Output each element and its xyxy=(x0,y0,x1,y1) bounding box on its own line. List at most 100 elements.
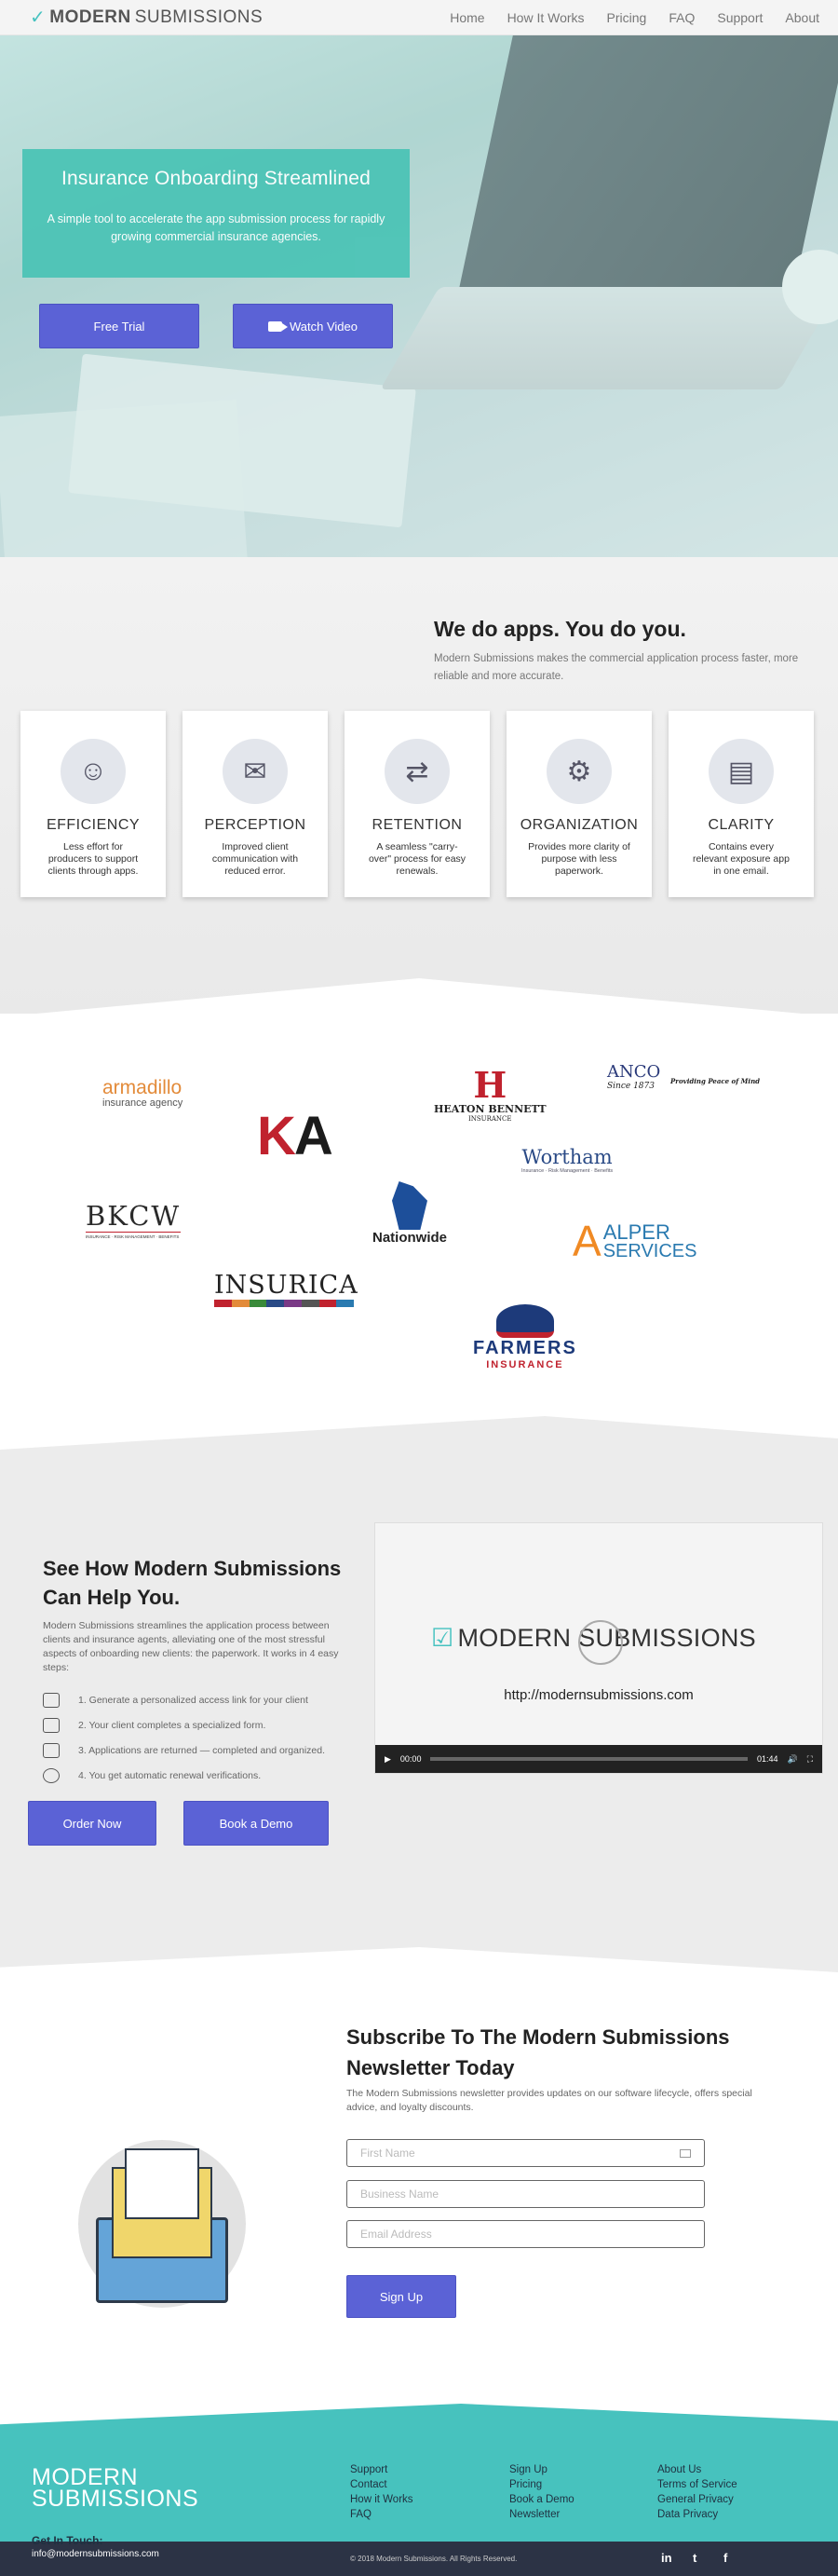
footer-link-sign-up[interactable]: Sign Up xyxy=(509,2462,574,2477)
copyright: © 2018 Modern Submissions. All Rights Re… xyxy=(350,2555,518,2563)
footer-link-book-demo[interactable]: Book a Demo xyxy=(509,2492,574,2507)
apps-subtitle: Modern Submissions makes the commercial … xyxy=(434,653,799,682)
play-overlay-icon[interactable] xyxy=(578,1620,623,1665)
nav-about[interactable]: About xyxy=(785,10,819,25)
facebook-icon[interactable]: f xyxy=(723,2551,727,2565)
how-it-helps-section: See How Modern Submissions Can Help You.… xyxy=(0,1416,838,1975)
check-icon: ✓ xyxy=(30,7,47,28)
feature-card-retention: ⇄ RETENTION A seamless "carry-over" proc… xyxy=(345,711,490,897)
footer-logo[interactable]: MODERN SUBMISSIONS xyxy=(32,2466,198,2511)
get-in-touch-label: Get In Touch: xyxy=(32,2534,103,2547)
footer-col-2: Sign Up Pricing Book a Demo Newsletter xyxy=(509,2462,574,2522)
alper-a-icon: A xyxy=(573,1217,601,1265)
footer-col-1: Support Contact How it Works FAQ xyxy=(350,2462,413,2522)
hero-panel: Insurance Onboarding Streamlined A simpl… xyxy=(22,149,410,278)
logo-nationwide: Nationwide xyxy=(372,1181,447,1246)
nav-how-it-works[interactable]: How It Works xyxy=(507,10,585,25)
fullscreen-icon[interactable]: ⛶ xyxy=(807,1754,813,1765)
email-input[interactable]: Email Address xyxy=(346,2220,705,2248)
play-icon[interactable]: ▶ xyxy=(385,1754,391,1765)
footer-link-faq[interactable]: FAQ xyxy=(350,2507,413,2522)
current-time: 00:00 xyxy=(399,1754,422,1764)
card-text: Less effort for producers to support cli… xyxy=(47,841,139,877)
video-controls: ▶ 00:00 01:44 🔊 ⛶ xyxy=(375,1745,822,1773)
organization-gear-icon: ⚙ xyxy=(547,739,612,804)
twitter-icon[interactable]: t xyxy=(693,2551,696,2565)
letter-icon xyxy=(125,2148,199,2219)
first-name-input[interactable]: First Name xyxy=(346,2139,705,2167)
sign-up-button[interactable]: Sign Up xyxy=(346,2275,456,2318)
feature-card-perception: ✉ PERCEPTION Improved client communicati… xyxy=(182,711,328,897)
newsletter-subtitle: The Modern Submissions newsletter provid… xyxy=(346,2088,752,2113)
logo-insurica: INSURICA xyxy=(214,1271,358,1307)
footer-link-contact[interactable]: Contact xyxy=(350,2477,413,2492)
site-logo[interactable]: ✓ MODERN SUBMISSIONS xyxy=(30,6,263,29)
nav-home[interactable]: Home xyxy=(450,10,484,25)
card-text: Provides more clarity of purpose with le… xyxy=(528,841,630,877)
footer-link-about[interactable]: About Us xyxy=(657,2462,737,2477)
contact-email[interactable]: info@modernsubmissions.com xyxy=(32,2549,159,2559)
nav-menu: Home How It Works Pricing FAQ Support Ab… xyxy=(450,10,819,25)
step-1: 1. Generate a personalized access link f… xyxy=(43,1693,308,1708)
logo-alper: A ALPER SERVICES xyxy=(573,1217,697,1265)
link-icon xyxy=(43,1693,60,1708)
logo-anco: ANCO Since 1873 Providing Peace of Mind xyxy=(607,1062,761,1091)
help-title: See How Modern Submissions Can Help You. xyxy=(43,1557,342,1609)
card-text: Improved client communication with reduc… xyxy=(211,841,299,877)
book-demo-button[interactable]: Book a Demo xyxy=(183,1801,329,1846)
linkedin-icon[interactable]: in xyxy=(661,2551,672,2565)
footer-link-pricing[interactable]: Pricing xyxy=(509,2477,574,2492)
free-trial-button[interactable]: Free Trial xyxy=(39,304,199,348)
logo-wortham: Wortham Insurance · Risk Management · Be… xyxy=(521,1146,614,1174)
footer-link-terms[interactable]: Terms of Service xyxy=(657,2477,737,2492)
footer-link-general-privacy[interactable]: General Privacy xyxy=(657,2492,737,2507)
renewal-icon xyxy=(43,1768,60,1783)
insurica-color-bar xyxy=(214,1300,354,1307)
footer-bottom-bar: Get In Touch: info@modernsubmissions.com… xyxy=(0,2534,838,2576)
hero-subtitle: A simple tool to accelerate the app subm… xyxy=(47,212,385,243)
contact-card-icon xyxy=(680,2148,691,2158)
feature-card-efficiency: ☺ EFFICIENCY Less effort for producers t… xyxy=(20,711,166,897)
newsletter-section: Subscribe To The Modern Submissions News… xyxy=(0,1947,838,2450)
network-people-icon: ☺ xyxy=(61,739,126,804)
hero-section: Insurance Onboarding Streamlined A simpl… xyxy=(0,35,838,557)
card-title: EFFICIENCY xyxy=(46,817,141,833)
video-progress-bar[interactable] xyxy=(430,1757,748,1761)
logo-farmers: FARMERS INSURANCE xyxy=(473,1304,577,1370)
watch-video-button[interactable]: Watch Video xyxy=(233,304,393,348)
nav-pricing[interactable]: Pricing xyxy=(607,10,647,25)
logo-armadillo: armadillo insurance agency xyxy=(102,1077,183,1109)
footer-link-how-it-works[interactable]: How it Works xyxy=(350,2492,413,2507)
chat-bubbles-icon: ✉ xyxy=(223,739,288,804)
logo-heaton-bennett: H HEATON BENNETT INSURANCE xyxy=(434,1064,547,1124)
order-now-button[interactable]: Order Now xyxy=(28,1801,156,1846)
top-nav: ✓ MODERN SUBMISSIONS Home How It Works P… xyxy=(0,0,838,35)
card-title: ORGANIZATION xyxy=(520,817,639,833)
video-player[interactable]: ☑ MODERN SUBMISSIONS http://modernsubmiss… xyxy=(374,1522,823,1774)
farmers-shield-icon xyxy=(495,1304,554,1338)
footer-link-support[interactable]: Support xyxy=(350,2462,413,2477)
footer-link-data-privacy[interactable]: Data Privacy xyxy=(657,2507,737,2522)
help-subtitle: Modern Submissions streamlines the appli… xyxy=(43,1620,339,1673)
footer-link-newsletter[interactable]: Newsletter xyxy=(509,2507,574,2522)
logo-ka: KA xyxy=(257,1106,333,1166)
step-4: 4. You get automatic renewal verificatio… xyxy=(43,1768,261,1783)
form-search-icon xyxy=(43,1718,60,1733)
user-transfer-icon: ⇄ xyxy=(385,739,450,804)
step-3: 3. Applications are returned — completed… xyxy=(43,1743,325,1758)
card-title: PERCEPTION xyxy=(204,817,306,833)
nav-support[interactable]: Support xyxy=(717,10,763,25)
logo-bkcw: BKCW INSURANCE · RISK MANAGEMENT · BENEF… xyxy=(86,1200,182,1239)
client-logos-section: armadillo insurance agency KA H HEATON B… xyxy=(0,978,838,1463)
business-name-input[interactable]: Business Name xyxy=(346,2180,705,2208)
step-2: 2. Your client completes a specialized f… xyxy=(43,1718,265,1733)
total-time: 01:44 xyxy=(756,1754,778,1764)
card-title: CLARITY xyxy=(708,817,775,833)
heaton-h-icon: H xyxy=(473,1064,507,1106)
check-icon: ☑ xyxy=(431,1624,454,1652)
nav-faq[interactable]: FAQ xyxy=(669,10,695,25)
video-camera-icon xyxy=(268,320,288,332)
volume-icon[interactable]: 🔊 xyxy=(787,1754,797,1765)
video-url: http://modernsubmissions.com xyxy=(504,1687,694,1703)
newsletter-title: Subscribe To The Modern Submissions News… xyxy=(346,2025,730,2079)
